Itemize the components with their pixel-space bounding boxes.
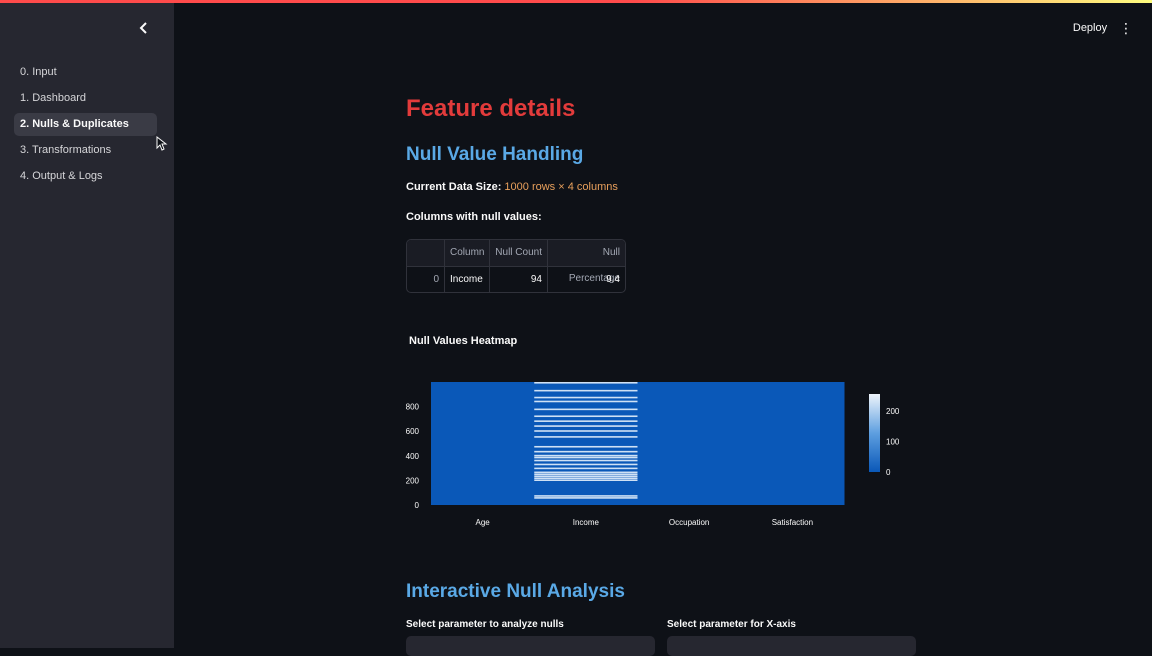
heatmap-null-row (534, 445, 638, 448)
table-cell-column: Income (445, 266, 490, 292)
deploy-button[interactable]: Deploy (1068, 18, 1112, 38)
heatmap-null-row (534, 471, 638, 474)
colorbar-gradient (869, 394, 880, 472)
select-x-axis-label: Select parameter for X-axis (667, 619, 796, 630)
heatmap-null-row (534, 381, 638, 384)
y-tick-label: 200 (406, 476, 420, 485)
heatmap-null-row (534, 396, 638, 399)
heatmap-colorbar: 0 100 200 (869, 394, 900, 477)
select-x-axis-dropdown[interactable] (667, 636, 916, 656)
collapse-sidebar-icon[interactable] (134, 20, 154, 40)
sidebar: 0. Input 1. Dashboard 2. Nulls & Duplica… (0, 0, 174, 648)
heatmap-null-row (534, 473, 638, 476)
heatmap-null-row (534, 420, 638, 422)
heatmap-null-row (534, 477, 638, 480)
heatmap-y-axis: 0 200 400 600 800 (406, 403, 420, 510)
heatmap-null-row (534, 454, 638, 457)
sidebar-item-nulls-duplicates[interactable]: 2. Nulls & Duplicates (14, 113, 157, 136)
y-tick-label: 800 (406, 403, 420, 412)
mouse-cursor-icon (156, 136, 168, 151)
section-title-interactive-null-analysis: Interactive Null Analysis (406, 581, 625, 602)
x-tick-label: Occupation (669, 518, 709, 527)
null-columns-table[interactable]: Column Null Count Null Percentage 0 Inco… (406, 239, 626, 293)
heatmap-null-row (534, 463, 638, 466)
section-title-null-handling: Null Value Handling (406, 144, 584, 165)
heatmap-null-row (534, 497, 638, 499)
heatmap-column-income (534, 382, 638, 505)
heatmap-x-axis: Age Income Occupation Satisfaction (476, 518, 814, 527)
x-tick-label: Income (573, 518, 600, 527)
table-cell-index: 0 (407, 266, 445, 292)
table-header-index (407, 240, 445, 266)
colorbar-tick-label: 0 (886, 468, 891, 477)
heatmap-null-row (534, 430, 638, 432)
data-size-info: Current Data Size: 1000 rows × 4 columns (406, 181, 618, 193)
top-decoration-bar (0, 0, 1152, 3)
heatmap-null-row (534, 475, 638, 478)
chart-title: Null Values Heatmap (409, 335, 518, 347)
null-columns-label: Columns with null values: (406, 211, 542, 223)
table-cell-null-count: 94 (490, 266, 548, 292)
heatmap-column-occupation (637, 382, 742, 505)
x-tick-label: Age (476, 518, 491, 527)
heatmap-null-row (534, 425, 638, 427)
data-size-value: 1000 rows × 4 columns (504, 181, 618, 193)
heatmap-column-satisfaction (740, 382, 845, 505)
heatmap-plot-area (431, 381, 845, 505)
heatmap-null-row (534, 436, 638, 438)
table-row[interactable]: 0 Income 94 9.4 (407, 266, 625, 292)
sidebar-nav: 0. Input 1. Dashboard 2. Nulls & Duplica… (14, 61, 157, 191)
heatmap-null-row (534, 479, 638, 481)
table-cell-null-percentage: 9.4 (548, 266, 625, 292)
heatmap-null-row (534, 415, 638, 418)
heatmap-null-row (534, 389, 638, 392)
heatmap-null-row (534, 459, 638, 462)
y-tick-label: 600 (406, 427, 420, 436)
colorbar-tick-label: 200 (886, 407, 900, 416)
y-tick-label: 0 (415, 501, 420, 510)
select-null-param-dropdown[interactable] (406, 636, 655, 656)
heatmap-null-row (534, 450, 638, 453)
y-tick-label: 400 (406, 452, 420, 461)
heatmap-null-row (534, 400, 638, 403)
data-size-label: Current Data Size: (406, 181, 502, 193)
select-null-param-label: Select parameter to analyze nulls (406, 619, 564, 630)
sidebar-item-dashboard[interactable]: 1. Dashboard (14, 87, 157, 110)
heatmap-null-row (534, 456, 638, 459)
page-title: Feature details (406, 95, 576, 122)
more-menu-icon[interactable]: ⋮ (1119, 18, 1133, 38)
table-header-column[interactable]: Column (445, 240, 490, 266)
heatmap-null-row (534, 408, 638, 411)
sidebar-item-output-logs[interactable]: 4. Output & Logs (14, 165, 157, 188)
table-header-null-percentage[interactable]: Null Percentage (548, 240, 625, 284)
null-values-heatmap[interactable]: 0 200 400 600 800 Age Income Occupation Satisfa… (398, 372, 918, 532)
heatmap-null-row (534, 467, 638, 470)
x-tick-label: Satisfaction (772, 518, 813, 527)
heatmap-column-age (431, 382, 535, 505)
heatmap-null-row (534, 495, 638, 497)
sidebar-item-transformations[interactable]: 3. Transformations (14, 139, 157, 162)
table-header-null-count[interactable]: Null Count (490, 240, 548, 266)
table-header-row: Column Null Count Null Percentage (407, 240, 625, 284)
sidebar-item-input[interactable]: 0. Input (14, 61, 157, 84)
colorbar-tick-label: 100 (886, 437, 900, 446)
